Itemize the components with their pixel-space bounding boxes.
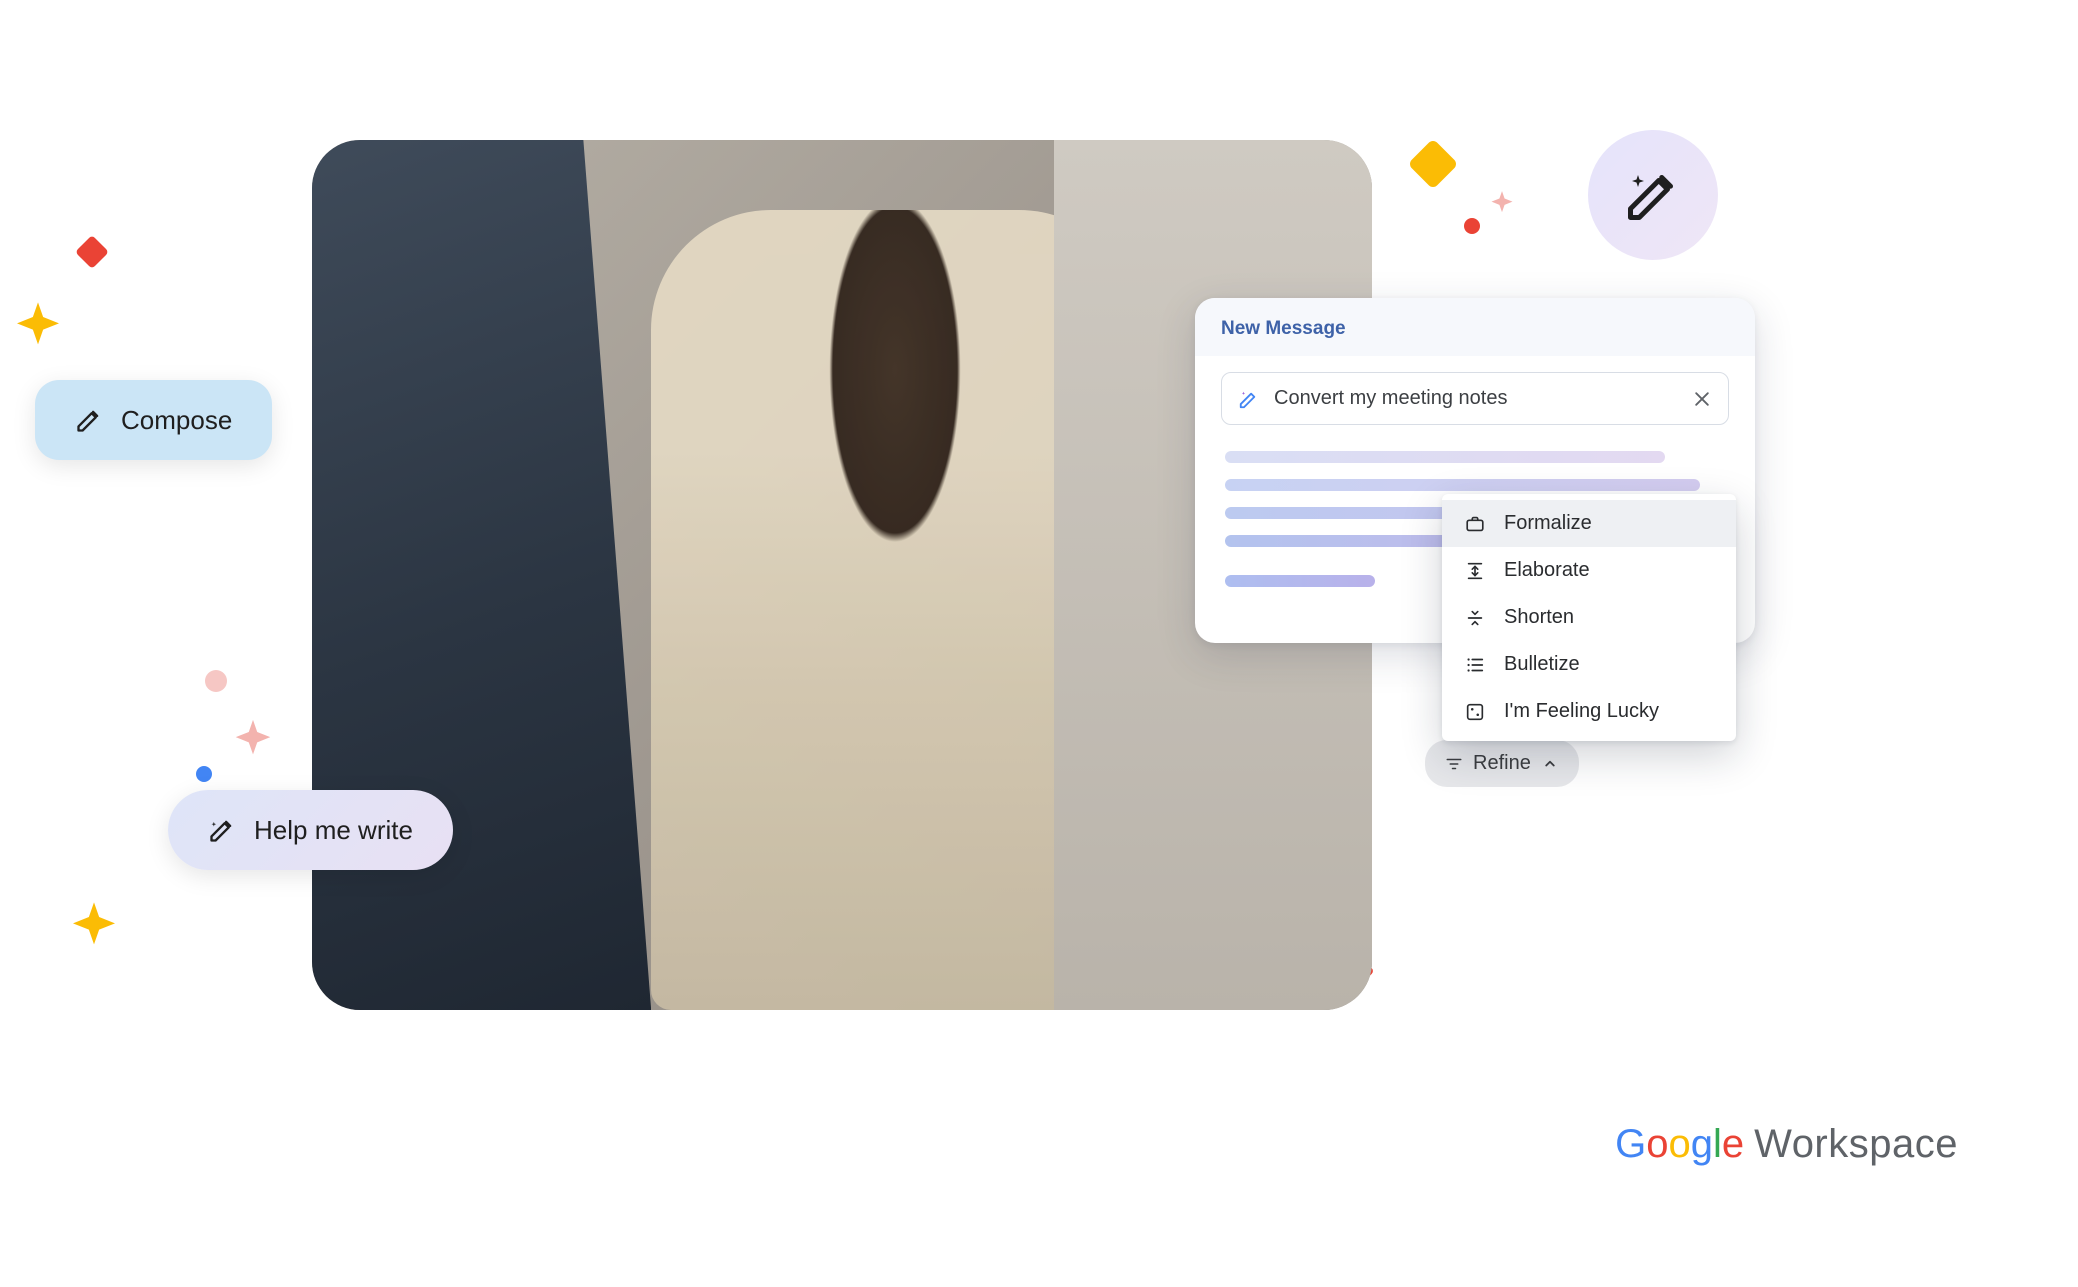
prompt-input[interactable]: Convert my meeting notes [1221, 372, 1729, 425]
magic-pen-icon [208, 816, 236, 844]
chevron-up-icon [1541, 755, 1559, 773]
menu-item-label: Shorten [1504, 606, 1574, 629]
magic-pen-icon [1238, 388, 1260, 410]
help-me-write-label: Help me write [254, 815, 413, 846]
magic-wand-badge [1588, 130, 1718, 260]
dot-icon [196, 766, 212, 782]
panel-title: New Message [1195, 298, 1755, 356]
compose-label: Compose [121, 405, 232, 436]
sparkle-icon [230, 718, 276, 764]
sparkle-icon [66, 900, 122, 956]
compose-button[interactable]: Compose [35, 380, 272, 460]
menu-item-shorten[interactable]: Shorten [1442, 594, 1736, 641]
refine-menu: Formalize Elaborate Shorten B [1442, 494, 1736, 741]
menu-item-lucky[interactable]: I'm Feeling Lucky [1442, 688, 1736, 735]
magic-wand-icon [1623, 165, 1683, 225]
prompt-text: Convert my meeting notes [1274, 387, 1678, 410]
expand-vertical-icon [1464, 560, 1486, 582]
menu-item-label: I'm Feeling Lucky [1504, 700, 1659, 723]
briefcase-icon [1464, 513, 1486, 535]
workspace-wordmark: Workspace [1754, 1122, 1958, 1167]
pencil-icon [75, 406, 103, 434]
list-icon [1464, 654, 1486, 676]
google-wordmark: Google [1615, 1122, 1744, 1167]
diamond-icon [1408, 139, 1459, 190]
menu-item-bulletize[interactable]: Bulletize [1442, 641, 1736, 688]
dice-icon [1464, 701, 1486, 723]
refine-label: Refine [1473, 752, 1531, 775]
help-me-write-button[interactable]: Help me write [168, 790, 453, 870]
dot-icon [205, 670, 227, 692]
sparkle-icon [10, 300, 66, 356]
close-icon[interactable] [1692, 389, 1712, 409]
brand-logo: Google Workspace [1615, 1122, 1958, 1167]
menu-item-elaborate[interactable]: Elaborate [1442, 547, 1736, 594]
menu-item-label: Formalize [1504, 512, 1592, 535]
diamond-icon [75, 235, 109, 269]
collapse-vertical-icon [1464, 607, 1486, 629]
sparkle-icon [1488, 190, 1516, 218]
dot-icon [1464, 218, 1480, 234]
menu-item-label: Bulletize [1504, 653, 1580, 676]
menu-item-formalize[interactable]: Formalize [1442, 500, 1736, 547]
menu-item-label: Elaborate [1504, 559, 1590, 582]
filter-icon [1445, 755, 1463, 773]
refine-button[interactable]: Refine [1425, 740, 1579, 787]
